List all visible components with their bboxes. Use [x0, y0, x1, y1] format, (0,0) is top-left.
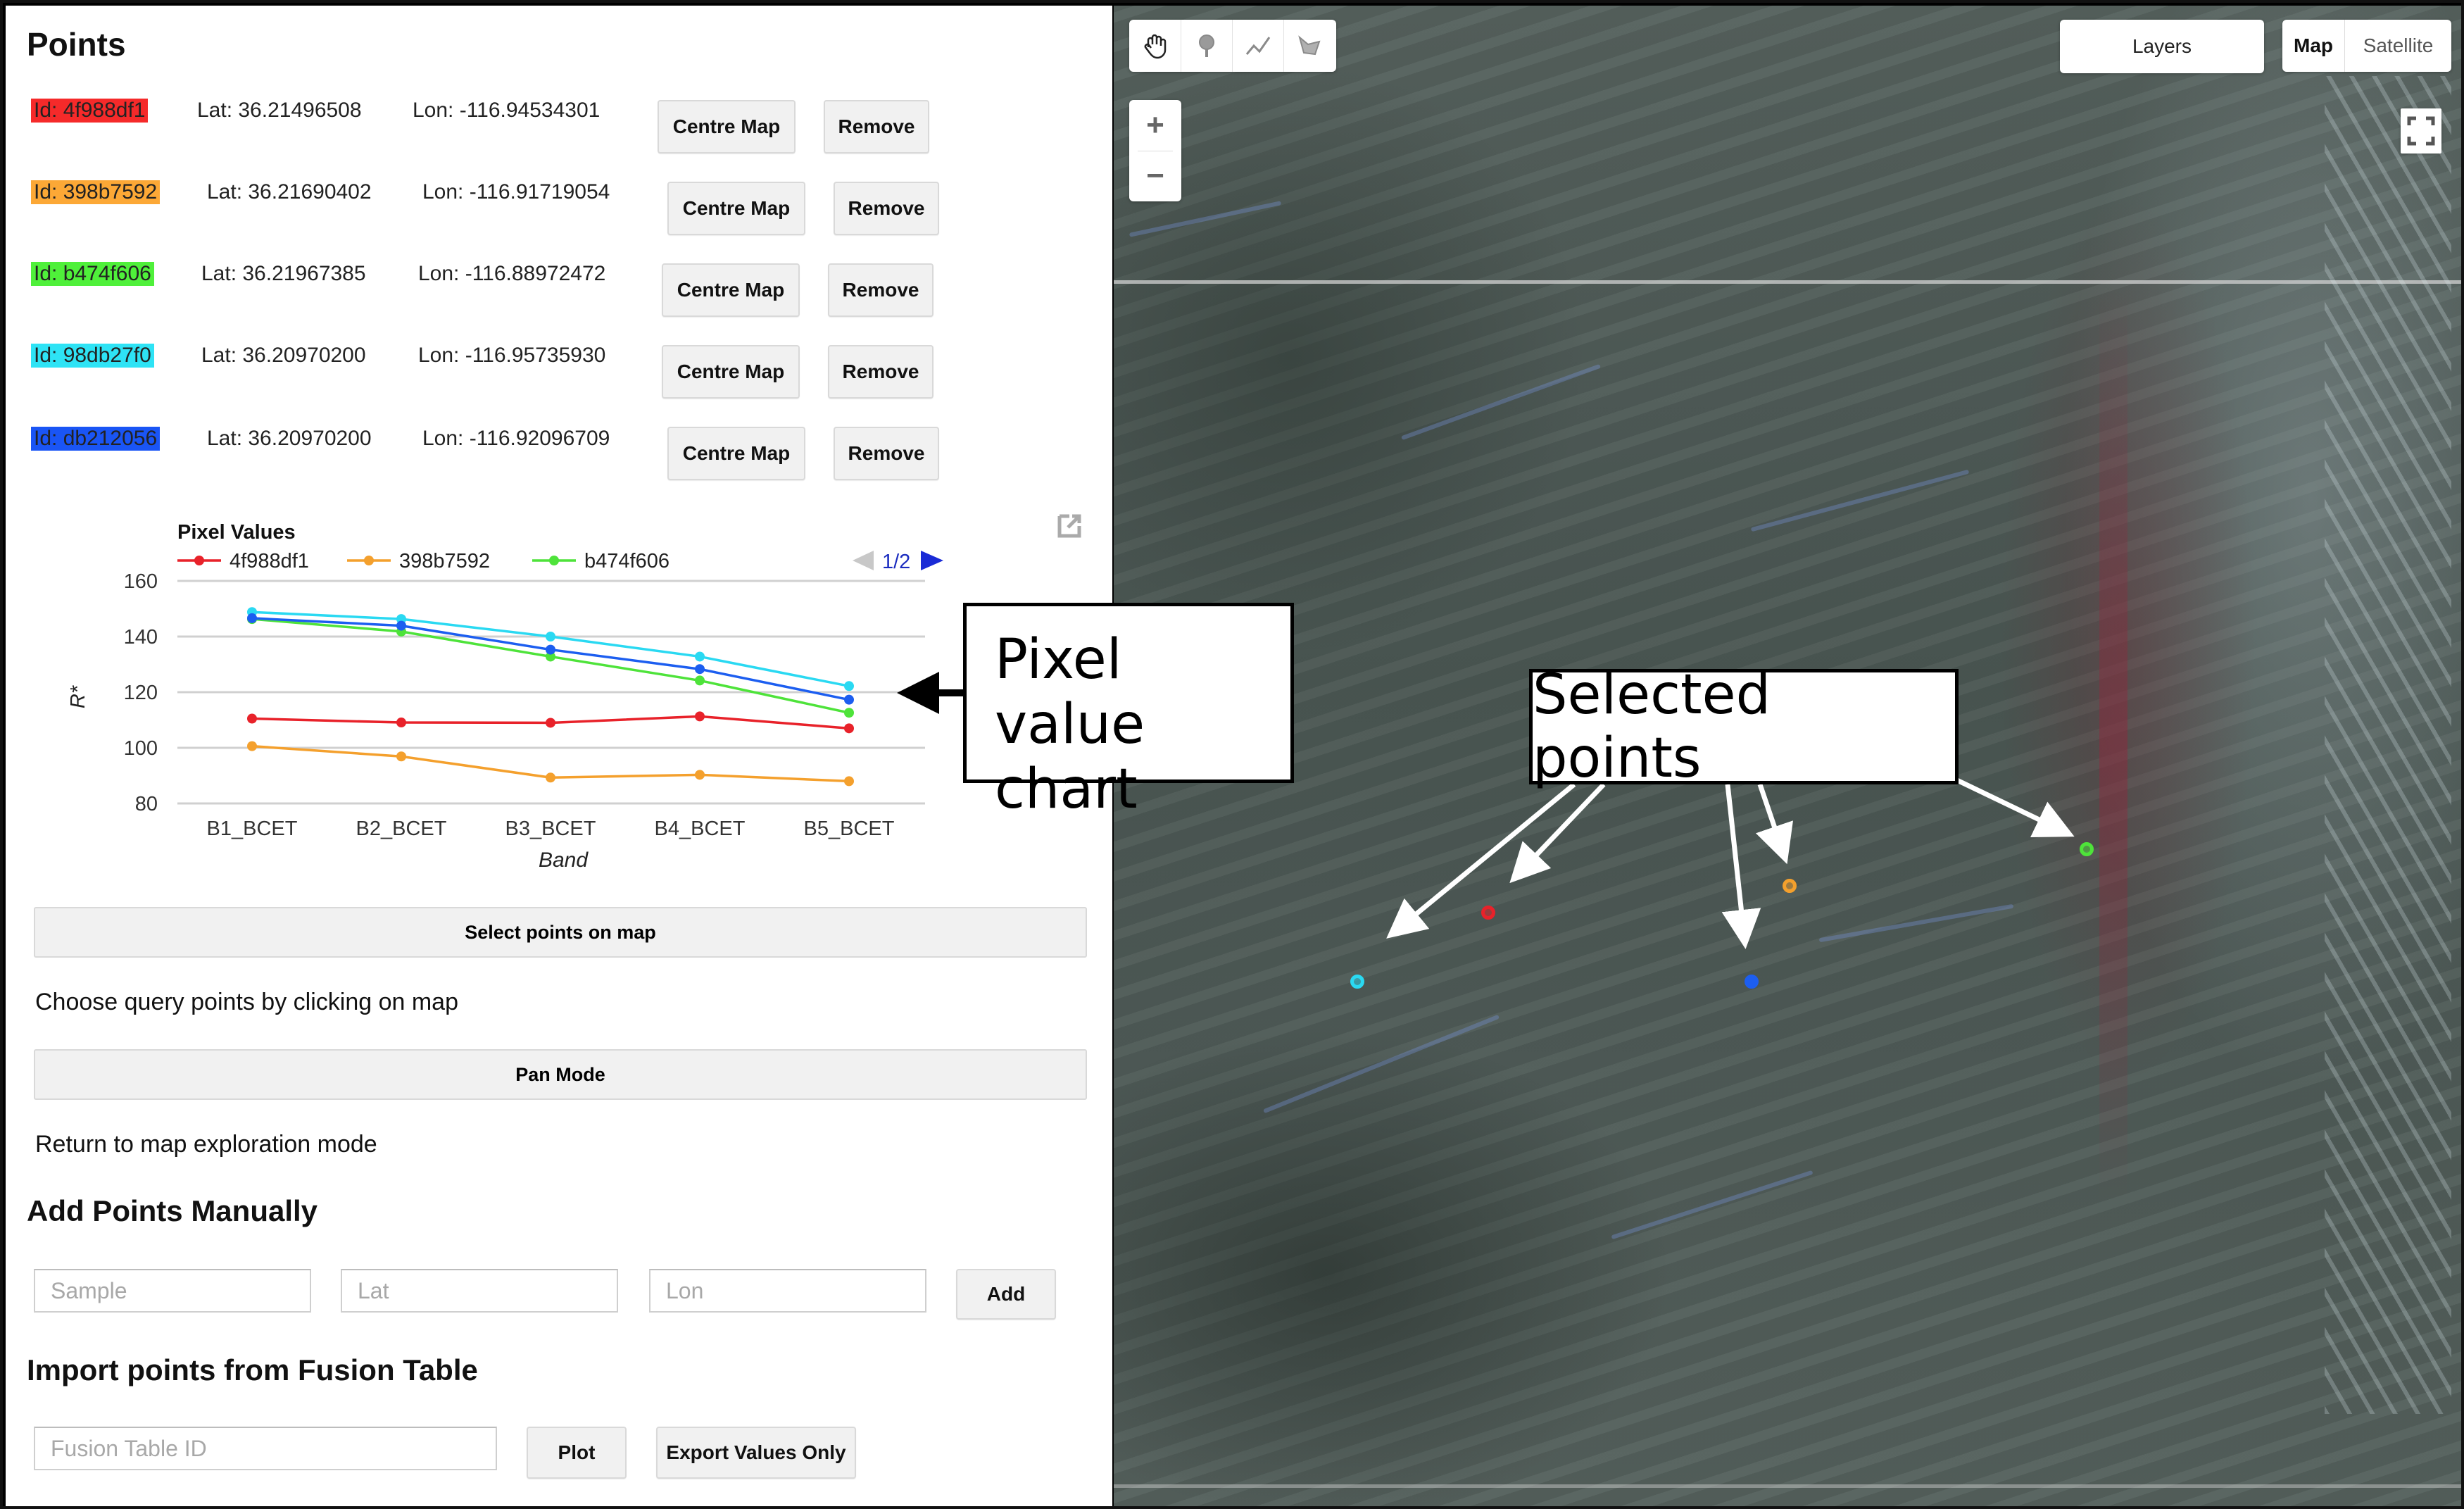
points-arrow-blue	[1721, 784, 1761, 949]
chart-callout: Pixel value chart	[963, 603, 1294, 821]
points-arrow-cyan	[1386, 782, 1576, 939]
points-arrow-green	[1956, 777, 2075, 838]
screenshot-frame: Points Id: 4f988df1 Lat: 36.21496508 Lon…	[0, 0, 2464, 1509]
chart-callout-line1: Pixel value	[995, 628, 1145, 757]
points-callout: Selected points	[1529, 663, 1959, 790]
chart-callout-line2: chart	[995, 758, 1138, 822]
points-arrow-orange	[1755, 783, 1793, 865]
